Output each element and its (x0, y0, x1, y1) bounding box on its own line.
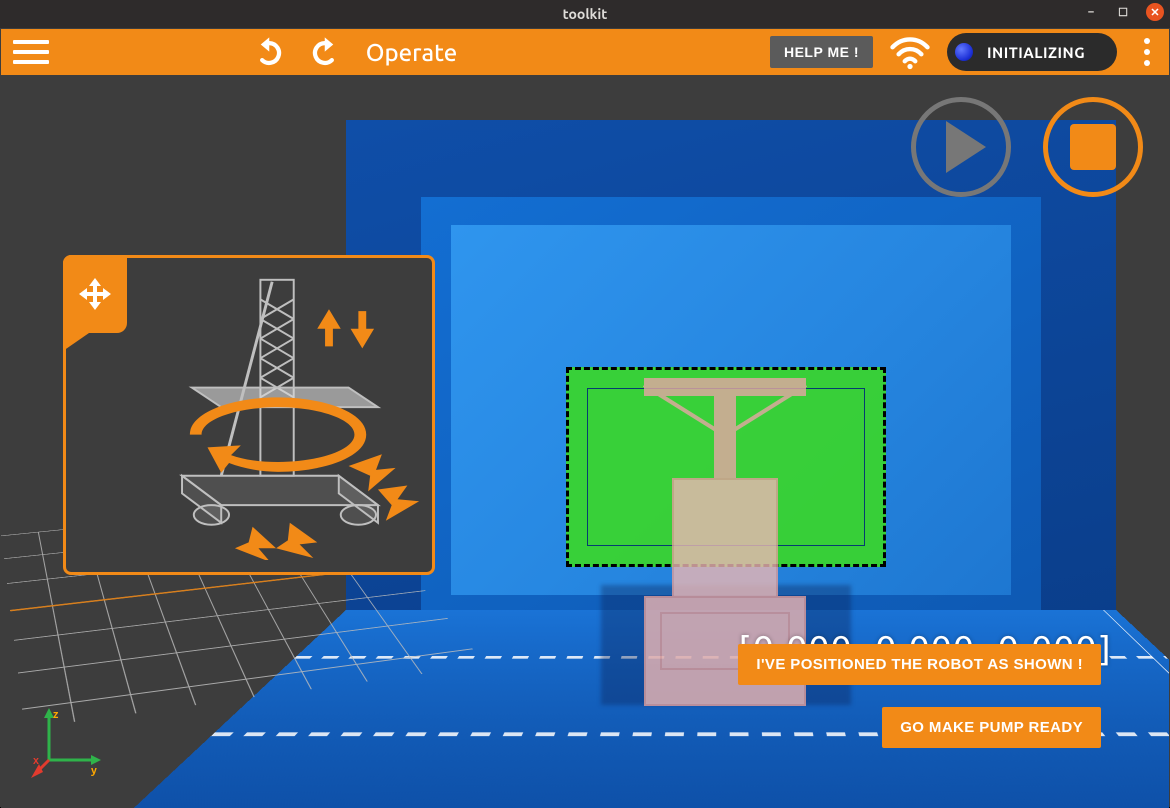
more-menu-icon[interactable] (1139, 34, 1155, 70)
move-arrows-icon (77, 276, 113, 312)
manual-controls-panel (63, 255, 435, 575)
stop-button[interactable] (1043, 97, 1143, 197)
undo-button[interactable] (241, 33, 289, 73)
hamburger-menu-icon[interactable] (13, 34, 53, 70)
status-dot-icon (955, 43, 973, 61)
svg-text:y: y (91, 765, 97, 777)
move-mode-tab[interactable] (63, 255, 127, 333)
robot-diagram (140, 270, 420, 560)
minimize-button[interactable]: – (1082, 3, 1100, 21)
status-text: INITIALIZING (987, 44, 1085, 61)
play-button[interactable] (911, 97, 1011, 197)
confirm-position-button[interactable]: I'VE POSITIONED THE ROBOT AS SHOWN ! (738, 644, 1101, 685)
help-button[interactable]: HELP ME ! (770, 36, 873, 68)
pump-ready-button[interactable]: GO MAKE PUMP READY (882, 707, 1101, 748)
close-window-button[interactable]: ✕ (1146, 3, 1164, 21)
page-title: Operate (63, 39, 760, 66)
maximize-button[interactable]: ☐ (1114, 3, 1132, 21)
stop-icon (1070, 124, 1116, 170)
viewport[interactable]: [0.000, 0.000, 0.000] I'VE POSITIONED TH… (1, 75, 1169, 808)
os-titlebar: toolkit – ☐ ✕ (0, 0, 1170, 28)
wifi-icon[interactable] (889, 34, 931, 70)
app-frame: Operate HELP ME ! INITIALIZING (0, 28, 1170, 807)
main-toolbar: Operate HELP ME ! INITIALIZING (1, 29, 1169, 75)
window-title: toolkit (0, 6, 1170, 22)
status-pill: INITIALIZING (947, 33, 1117, 71)
axis-gizmo: z y x (31, 706, 103, 778)
play-icon (946, 121, 986, 173)
svg-text:z: z (53, 709, 59, 721)
redo-button[interactable] (305, 33, 353, 73)
svg-text:x: x (33, 755, 39, 767)
